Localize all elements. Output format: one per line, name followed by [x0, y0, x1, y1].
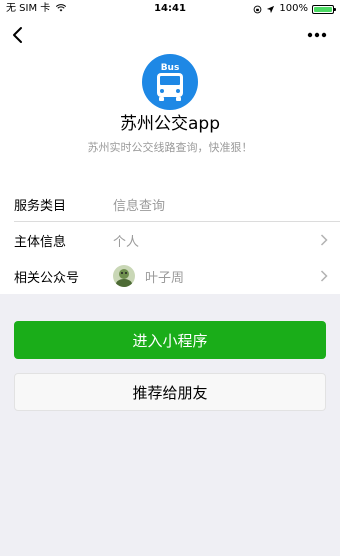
related-account-label: 相关公众号	[14, 270, 80, 286]
chevron-right-icon	[320, 270, 328, 282]
enter-miniprogram-button[interactable]: 进入小程序	[14, 321, 326, 359]
account-avatar	[113, 265, 135, 287]
related-account-name: 叶子周	[145, 270, 185, 286]
service-category-row: 服务类目 信息查询	[0, 186, 340, 222]
profile-panel: 无 SIM 卡 14:41 100% Bus 苏州公交app 苏州实时公交线路查…	[0, 0, 340, 294]
related-account-row[interactable]: 相关公众号 叶子周	[0, 258, 340, 294]
app-description: 苏州实时公交线路查询，快准狠！	[87, 141, 253, 154]
entity-info-row[interactable]: 主体信息 个人	[0, 222, 340, 258]
svg-text:Bus: Bus	[161, 63, 180, 73]
app-title: 苏州公交app	[120, 114, 220, 134]
back-chevron-icon[interactable]	[8, 24, 28, 46]
service-category-label: 服务类目	[14, 198, 67, 214]
entity-info-label: 主体信息	[14, 234, 67, 250]
status-bar: 无 SIM 卡 14:41 100%	[0, 0, 340, 18]
recommend-to-friends-button[interactable]: 推荐给朋友	[14, 373, 326, 411]
entity-info-value: 个人	[113, 234, 140, 250]
system-indicators: 100%	[253, 0, 336, 18]
rotation-lock-icon	[254, 5, 262, 13]
location-arrow-icon	[267, 5, 275, 13]
app-logo-bus-icon: Bus	[142, 54, 198, 110]
more-dots-icon[interactable]	[306, 26, 328, 44]
service-category-value: 信息查询	[113, 198, 166, 214]
battery-icon	[312, 4, 336, 14]
battery-percent: 100%	[279, 3, 308, 14]
chevron-right-icon	[320, 234, 328, 246]
